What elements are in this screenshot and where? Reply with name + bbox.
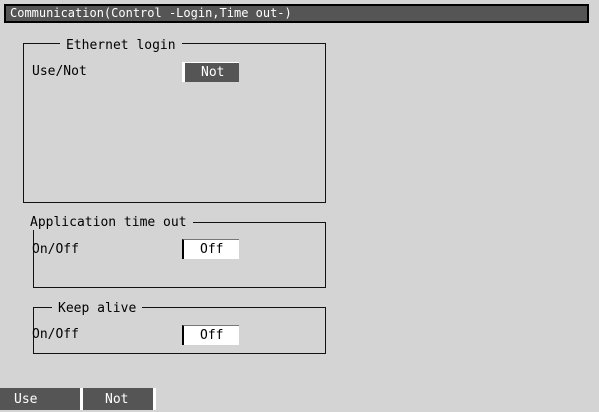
softkey-use[interactable]: Use [0, 388, 83, 410]
softkey-bar: Use Not [0, 388, 599, 410]
ethernet-login-use-not-field[interactable]: Not [182, 62, 239, 82]
settings-screen: Communication(Control -Login,Time out-) … [0, 0, 599, 410]
keep-alive-onoff-label: On/Off [32, 327, 79, 342]
application-timeout-onoff-label: On/Off [32, 242, 79, 257]
softkey-not[interactable]: Not [83, 388, 156, 410]
keep-alive-legend: Keep alive [52, 301, 143, 316]
application-timeout-legend: Application time out [28, 215, 193, 230]
ethernet-login-legend: Ethernet login [60, 38, 182, 53]
ethernet-login-use-not-label: Use/Not [32, 64, 87, 79]
keep-alive-onoff-field[interactable]: Off [182, 325, 239, 345]
screen-title: Communication(Control -Login,Time out-) [4, 4, 589, 23]
application-timeout-onoff-field[interactable]: Off [182, 239, 239, 259]
